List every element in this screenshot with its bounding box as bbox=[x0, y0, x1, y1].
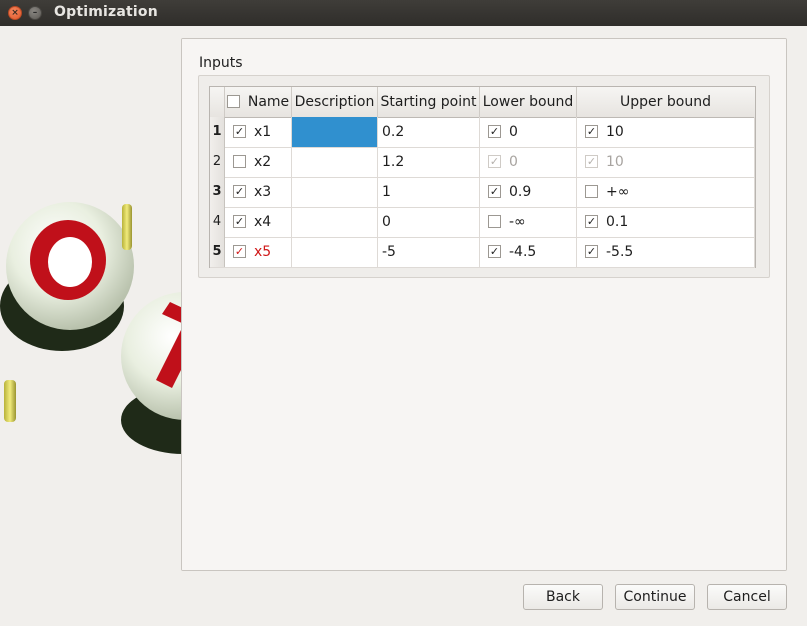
name-cell-value: x2 bbox=[254, 154, 272, 170]
main-panel: Inputs Name Description Starting point L… bbox=[181, 38, 787, 571]
name-cell-value: x4 bbox=[254, 214, 272, 230]
row-header[interactable]: 5 bbox=[210, 237, 225, 267]
upper-bound-cell-value: +∞ bbox=[606, 184, 630, 200]
corner-header bbox=[210, 87, 225, 117]
name-cell-value: x1 bbox=[254, 124, 272, 140]
starting-point-cell[interactable]: 1 bbox=[378, 177, 480, 207]
description-cell[interactable] bbox=[292, 147, 378, 177]
inputs-group: Name Description Starting point Lower bo… bbox=[198, 75, 770, 278]
lower-bound-cell-checkbox[interactable] bbox=[488, 214, 501, 228]
select-all-checkbox[interactable] bbox=[226, 94, 240, 108]
header-name[interactable]: Name bbox=[225, 87, 292, 117]
lower-bound-cell-value: 0 bbox=[509, 154, 518, 170]
upper-bound-cell-checkbox[interactable]: ✓ bbox=[585, 244, 598, 258]
name-cell[interactable]: x2 bbox=[225, 147, 292, 177]
window-title: Optimization bbox=[54, 4, 158, 20]
description-cell[interactable] bbox=[292, 207, 378, 237]
upper-bound-cell[interactable]: ✓ 10 bbox=[577, 147, 755, 177]
header-lower-bound[interactable]: Lower bound bbox=[480, 87, 577, 117]
lower-bound-cell[interactable]: ✓ 0.9 bbox=[480, 177, 577, 207]
table-row[interactable]: 3 ✓ x3 1 ✓ 0.9 +∞ bbox=[210, 177, 755, 208]
table-row[interactable]: 5 ✓ x5 -5 ✓ -4.5 ✓ -5.5 bbox=[210, 237, 755, 268]
table-row[interactable]: 2 x2 1.2 ✓ 0 ✓ 10 bbox=[210, 147, 755, 178]
close-window-icon[interactable]: × bbox=[8, 6, 22, 20]
lower-bound-cell-value: -4.5 bbox=[509, 244, 537, 260]
minimize-window-icon[interactable]: – bbox=[28, 6, 42, 20]
row-header[interactable]: 4 bbox=[210, 207, 225, 237]
lower-bound-cell-value: 0.9 bbox=[509, 184, 532, 200]
upper-bound-cell[interactable]: ✓ -5.5 bbox=[577, 237, 755, 267]
header-upper-bound[interactable]: Upper bound bbox=[577, 87, 754, 117]
lower-bound-cell[interactable]: -∞ bbox=[480, 207, 577, 237]
description-cell[interactable] bbox=[292, 177, 378, 207]
lower-bound-cell[interactable]: ✓ 0 bbox=[480, 117, 577, 147]
header-starting-point[interactable]: Starting point bbox=[378, 87, 480, 117]
lower-bound-cell-checkbox[interactable]: ✓ bbox=[488, 184, 501, 198]
continue-button[interactable]: Continue bbox=[615, 584, 695, 610]
name-cell-value: x3 bbox=[254, 184, 272, 200]
starting-point-cell[interactable]: 0 bbox=[378, 207, 480, 237]
table-row[interactable]: 1 ✓ x1 0.2 ✓ 0 ✓ 10 bbox=[210, 117, 755, 148]
header-description[interactable]: Description bbox=[292, 87, 378, 117]
row-header[interactable]: 1 bbox=[210, 117, 225, 147]
lower-bound-cell-checkbox[interactable]: ✓ bbox=[488, 244, 501, 258]
upper-bound-cell-checkbox[interactable] bbox=[585, 184, 598, 198]
lower-bound-cell-checkbox[interactable]: ✓ bbox=[488, 124, 501, 138]
table-row[interactable]: 4 ✓ x4 0 -∞ ✓ 0.1 bbox=[210, 207, 755, 238]
name-cell[interactable]: ✓ x3 bbox=[225, 177, 292, 207]
name-cell-checkbox[interactable]: ✓ bbox=[233, 124, 246, 138]
name-cell-checkbox[interactable] bbox=[233, 154, 246, 168]
name-cell-checkbox[interactable]: ✓ bbox=[233, 214, 246, 228]
upper-bound-cell-checkbox[interactable]: ✓ bbox=[585, 154, 598, 168]
starting-point-cell-value: 1.2 bbox=[382, 154, 405, 170]
inputs-table: Name Description Starting point Lower bo… bbox=[209, 86, 756, 268]
name-cell[interactable]: ✓ x5 bbox=[225, 237, 292, 267]
name-cell-checkbox[interactable]: ✓ bbox=[233, 244, 246, 258]
lower-bound-cell[interactable]: ✓ -4.5 bbox=[480, 237, 577, 267]
description-cell[interactable] bbox=[292, 117, 378, 147]
upper-bound-cell-checkbox[interactable]: ✓ bbox=[585, 214, 598, 228]
back-button[interactable]: Back bbox=[523, 584, 603, 610]
starting-point-cell[interactable]: 0.2 bbox=[378, 117, 480, 147]
name-cell[interactable]: ✓ x1 bbox=[225, 117, 292, 147]
row-header[interactable]: 2 bbox=[210, 147, 225, 177]
upper-bound-cell-value: 10 bbox=[606, 124, 624, 140]
row-header[interactable]: 3 bbox=[210, 177, 225, 207]
starting-point-cell[interactable]: -5 bbox=[378, 237, 480, 267]
title-bar: × – Optimization bbox=[0, 0, 807, 26]
name-cell-value: x5 bbox=[254, 244, 272, 260]
starting-point-cell[interactable]: 1.2 bbox=[378, 147, 480, 177]
inputs-group-label: Inputs bbox=[199, 55, 243, 71]
lower-bound-cell-value: -∞ bbox=[509, 214, 526, 230]
upper-bound-cell[interactable]: +∞ bbox=[577, 177, 755, 207]
upper-bound-cell-value: 0.1 bbox=[606, 214, 629, 230]
cancel-button[interactable]: Cancel bbox=[707, 584, 787, 610]
upper-bound-cell-value: -5.5 bbox=[606, 244, 634, 260]
upper-bound-cell[interactable]: ✓ 10 bbox=[577, 117, 755, 147]
starting-point-cell-value: -5 bbox=[382, 244, 396, 260]
starting-point-cell-value: 0 bbox=[382, 214, 391, 230]
starting-point-cell-value: 0.2 bbox=[382, 124, 405, 140]
lower-bound-cell[interactable]: ✓ 0 bbox=[480, 147, 577, 177]
lower-bound-cell-value: 0 bbox=[509, 124, 518, 140]
starting-point-cell-value: 1 bbox=[382, 184, 391, 200]
table-header: Name Description Starting point Lower bo… bbox=[210, 87, 755, 118]
name-cell[interactable]: ✓ x4 bbox=[225, 207, 292, 237]
upper-bound-cell-checkbox[interactable]: ✓ bbox=[585, 124, 598, 138]
lower-bound-cell-checkbox[interactable]: ✓ bbox=[488, 154, 501, 168]
description-cell[interactable] bbox=[292, 237, 378, 267]
name-cell-checkbox[interactable]: ✓ bbox=[233, 184, 246, 198]
upper-bound-cell-value: 10 bbox=[606, 154, 624, 170]
upper-bound-cell[interactable]: ✓ 0.1 bbox=[577, 207, 755, 237]
